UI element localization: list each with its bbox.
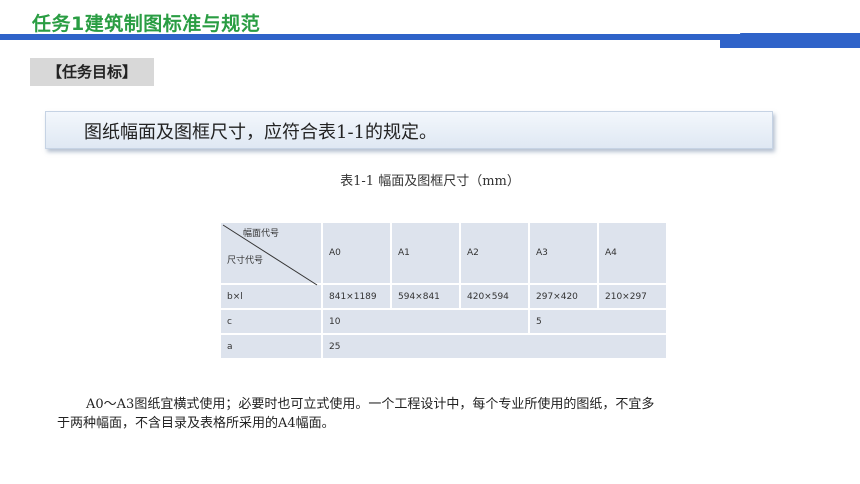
table-row: c 10 5: [219, 308, 668, 335]
table-cell: 594×841: [390, 283, 461, 310]
corner-cell: 幅面代号 尺寸代号: [219, 221, 323, 286]
table-cell: 420×594: [459, 283, 530, 310]
column-header: A1: [390, 221, 461, 285]
table-cell: 210×297: [597, 283, 668, 310]
table-cell: 297×420: [528, 283, 599, 310]
title-bar: 任务1建筑制图标准与规范: [0, 0, 860, 48]
column-header: A0: [321, 221, 392, 285]
column-header: A3: [528, 221, 599, 285]
table-cell: 25: [321, 333, 668, 360]
table-cell: 841×1189: [321, 283, 392, 310]
table-row: a 25: [219, 333, 668, 360]
table-caption: 表1-1 幅面及图框尺寸（mm）: [340, 174, 520, 189]
objective-banner: 图纸幅面及图框尺寸，应符合表1-1的规定。: [45, 111, 773, 149]
paragraph-line-1: A0～A3图纸宜横式使用；必要时也可立式使用。一个工程设计中，每个专业所使用的图…: [86, 397, 655, 412]
table-cell: 5: [528, 308, 668, 335]
row-label: c: [219, 308, 323, 335]
corner-bottom-label: 尺寸代号: [227, 256, 264, 266]
paragraph-line-2: 于两种幅面，不含目录及表格所采用的A4幅面。: [57, 416, 335, 431]
column-header: A2: [459, 221, 530, 285]
description-paragraph: A0～A3图纸宜横式使用；必要时也可立式使用。一个工程设计中，每个专业所使用的图…: [57, 395, 817, 433]
table-cell: 10: [321, 308, 530, 335]
section-tag: 【任务目标】: [30, 58, 154, 86]
row-label: b×l: [219, 283, 323, 310]
table-row: b×l 841×1189 594×841 420×594 297×420 210…: [219, 283, 668, 310]
objective-text: 图纸幅面及图框尺寸，应符合表1-1的规定。: [84, 122, 437, 143]
paper-size-table: 幅面代号 尺寸代号 A0 A1 A2 A3 A4 b×l 841×1189 59…: [219, 221, 668, 360]
page-title: 任务1建筑制图标准与规范: [32, 13, 261, 35]
table-header-row: 幅面代号 尺寸代号 A0 A1 A2 A3 A4: [219, 221, 668, 286]
row-label: a: [219, 333, 323, 360]
column-header: A4: [597, 221, 668, 285]
corner-top-label: 幅面代号: [243, 229, 280, 239]
